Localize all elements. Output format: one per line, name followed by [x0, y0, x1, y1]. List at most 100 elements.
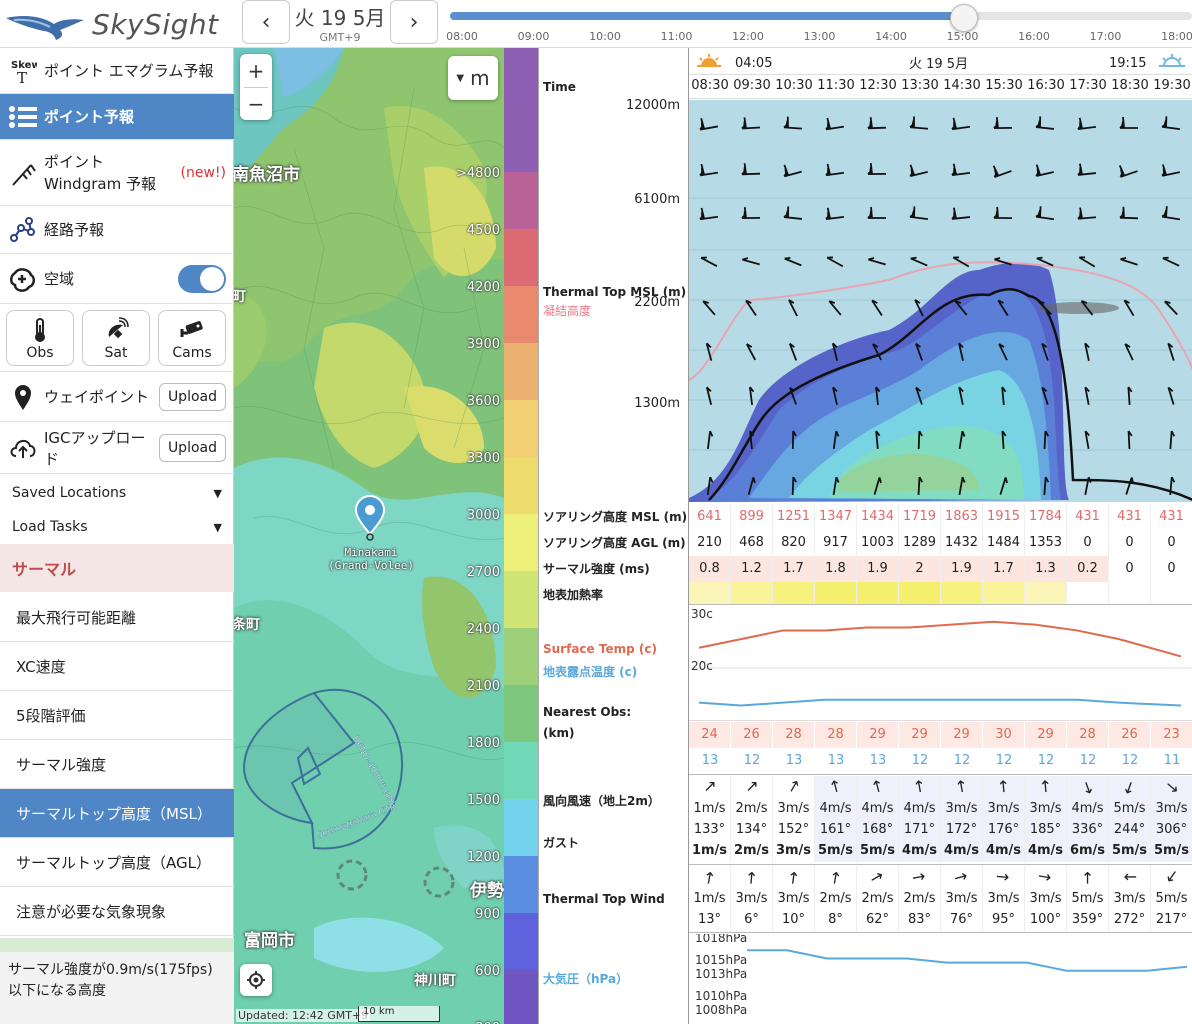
eagle-logo-icon: [6, 16, 84, 40]
layer-thermal-top-agl[interactable]: サーマルトップ高度（AGL）: [0, 838, 234, 887]
obs-temp-cell: 28: [815, 722, 857, 748]
map-place-label: 神川町: [414, 973, 456, 989]
sat-button[interactable]: Sat: [82, 310, 150, 366]
layer-weather-hazards[interactable]: 注意が必要な気象現象: [0, 887, 234, 936]
sidebar-item-label: IGCアップロード: [44, 428, 146, 468]
wind-2m-cell: ↑ 1m/s 133° 1m/s: [689, 775, 731, 862]
forecast-row-labels: Time 12000m 6100m Thermal Top MSL (m) 凝結…: [539, 48, 689, 1024]
sidebar-item-igc-upload[interactable]: IGCアップロード Upload: [0, 422, 234, 474]
saved-locations-dropdown[interactable]: Saved Locations ▼: [0, 476, 234, 510]
wind-2m-cell: ↑ 3m/s 172° 4m/s: [941, 776, 983, 862]
surface-temp-line: [698, 620, 1182, 658]
layer-thermal-strength[interactable]: サーマル強度: [0, 740, 234, 789]
time-slider[interactable]: 08:00 09:00 10:00 11:00 12:00 13:00 14:00 15:00…: [446, 0, 1192, 48]
map-place-label: 条町: [234, 617, 260, 633]
sidebar-item-windgram[interactable]: ポイント Windgram 予報 (new!): [0, 140, 234, 206]
locate-button[interactable]: [240, 964, 272, 996]
thermal-top-wind-dir: 217°: [1155, 912, 1188, 927]
wind-2m-cell: ↑ 2m/s 134° 2m/s: [731, 775, 773, 862]
app-name: SkySight: [92, 7, 219, 41]
forecast-cell-soaring-msl: 1784: [1025, 504, 1067, 530]
pressure-axis-label: 1008hPa: [695, 1003, 747, 1017]
time-slider-track[interactable]: [450, 4, 1192, 32]
saved-locations-label: Saved Locations: [12, 485, 127, 501]
legend-value: 4500: [466, 223, 500, 238]
layer-five-point-rating[interactable]: 5段階評価: [0, 691, 234, 740]
surface-heating-cell: [1151, 582, 1192, 604]
wind-2m-dir: 176°: [987, 822, 1020, 837]
wind-2m-dir: 336°: [1071, 822, 1104, 837]
surface-heating-cell: [857, 582, 899, 604]
app-logo[interactable]: SkySight: [4, 0, 240, 48]
surface-heating-cell: [815, 582, 857, 604]
thermal-top-wind-cell: ↓ 3m/s 10°: [773, 866, 815, 932]
layer-max-distance[interactable]: 最大飛行可能距離: [0, 593, 234, 642]
time-slider-hour-label: 16:00: [1018, 30, 1050, 43]
pressure-axis-label: 1015hPa: [695, 953, 747, 967]
legend-value: 4200: [466, 280, 500, 295]
layer-divider: [0, 938, 234, 952]
legend-value: 3300: [466, 451, 500, 466]
load-tasks-dropdown[interactable]: Load Tasks ▼: [0, 510, 234, 544]
time-slider-fill: [450, 12, 962, 20]
layer-thermal-top-msl[interactable]: サーマルトップ高度（MSL）: [0, 789, 234, 838]
igc-upload-button[interactable]: Upload: [158, 433, 226, 462]
forecast-cell-soaring-agl: 820: [773, 530, 815, 556]
sidebar-item-airspace[interactable]: 空域: [0, 254, 234, 304]
sunrise-time: 04:05: [735, 56, 773, 71]
sidebar-item-point-forecast[interactable]: ポイント予報: [0, 94, 234, 140]
obs-dewpoint-cell: 12: [995, 753, 1013, 768]
cloud-shade: [1039, 302, 1119, 314]
thermal-top-wind-speed: 3m/s: [735, 891, 768, 906]
airspace-toggle[interactable]: [178, 264, 226, 293]
windgram-chart[interactable]: [689, 100, 1192, 502]
obs-temp-cell: 29: [941, 722, 983, 748]
forecast-cell-thermal-strength: 2: [899, 556, 941, 582]
sidebar-item-label: 空域: [44, 270, 75, 288]
layer-group-thermal[interactable]: サーマル: [0, 544, 234, 592]
time-slider-handle[interactable]: [950, 4, 978, 32]
obs-dewpoint-cell: 12: [743, 753, 761, 768]
sidebar-item-route-forecast[interactable]: 経路予報: [0, 206, 234, 254]
list-icon: [8, 105, 38, 129]
layer-xc-speed[interactable]: XC速度: [0, 642, 234, 691]
forecast-hour: 15:30: [985, 78, 1023, 93]
next-day-button[interactable]: ›: [390, 0, 438, 44]
camera-icon: [180, 321, 203, 337]
load-tasks-label: Load Tasks: [12, 519, 88, 535]
sunset-time: 19:15: [1109, 56, 1147, 71]
zoom-out-button[interactable]: −: [248, 88, 265, 120]
thermal-top-wind-cell: ↓ 1m/s 13°: [689, 866, 731, 932]
zoom-in-button[interactable]: +: [248, 55, 265, 87]
previous-day-button[interactable]: ‹: [242, 0, 290, 44]
surface-heating-cell: [1109, 582, 1151, 604]
soaring-msl-label: ソアリング高度 MSL (m): [543, 510, 688, 524]
forecast-cell-soaring-msl: 1434: [857, 504, 899, 530]
thermal-top-wind-label: Thermal Top Wind: [543, 892, 665, 906]
pin-icon: [8, 383, 38, 411]
surface-heating-cell: [899, 582, 941, 604]
wind-2m-dir: 161°: [819, 822, 852, 837]
grid-line: [689, 74, 1192, 75]
timezone-label: GMT+9: [319, 31, 361, 44]
forecast-cell-thermal-strength: 1.7: [983, 556, 1025, 582]
legend-value: 3600: [466, 394, 500, 409]
obs-button[interactable]: Obs: [6, 310, 74, 366]
forecast-hour: 17:30: [1069, 78, 1107, 93]
marker-subname: (Grand-Volee): [327, 559, 415, 572]
wind-2m-dir: 185°: [1029, 822, 1062, 837]
cams-button[interactable]: Cams: [158, 310, 226, 366]
legend-color-swatch: [504, 742, 538, 799]
sidebar-item-label: ポイント エマグラム予報: [44, 62, 214, 80]
sidebar-item-waypoints[interactable]: ウェイポイント Upload: [0, 372, 234, 422]
waypoint-upload-button[interactable]: Upload: [158, 382, 226, 411]
obs-temp-cell: 26: [1109, 722, 1151, 748]
forecast-cell-soaring-agl: 1484: [983, 530, 1025, 556]
sidebar: Skew T ポイント エマグラム予報 ポイント予報 ポイント Windgram …: [0, 48, 234, 1024]
sidebar-item-skew-t[interactable]: Skew T ポイント エマグラム予報: [0, 48, 234, 94]
wind-2m-dir: 168°: [861, 822, 894, 837]
legend-value: 2400: [466, 622, 500, 637]
forecast-hour: 12:30: [859, 78, 897, 93]
surface-heating-cell: [941, 582, 983, 604]
forecast-cell-soaring-msl: 899: [731, 504, 773, 530]
